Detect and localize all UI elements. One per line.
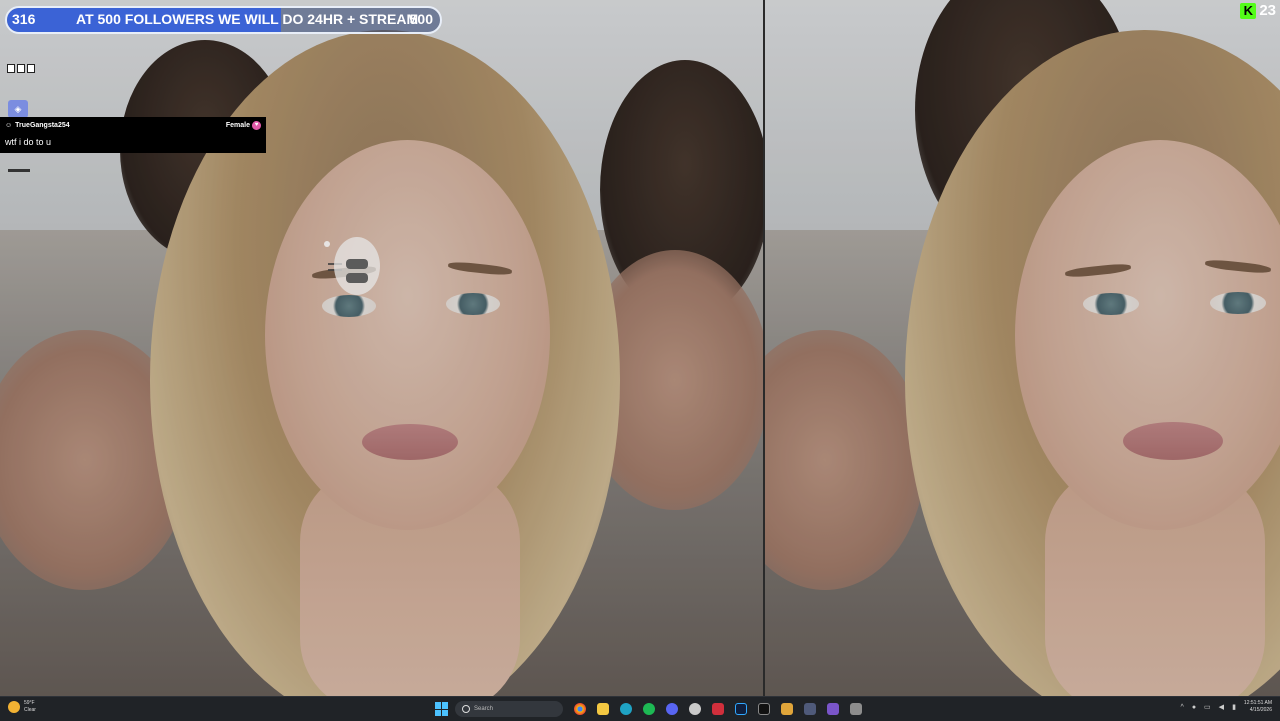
chrome-icon[interactable]: [570, 699, 590, 719]
widget-dot: [324, 241, 330, 247]
search-icon: [462, 705, 470, 713]
adobe-icon[interactable]: [708, 699, 728, 719]
chat-gender-label: Female: [225, 122, 250, 129]
viewer-count-widget: K 23: [1240, 2, 1276, 19]
window-controls[interactable]: [7, 64, 35, 73]
file-explorer-icon[interactable]: [593, 699, 613, 719]
close-icon[interactable]: [27, 64, 35, 73]
maximize-icon[interactable]: [17, 64, 25, 73]
terminal-icon[interactable]: [754, 699, 774, 719]
viewer-count: 23: [1259, 2, 1276, 19]
weather-condition: Clear: [24, 707, 36, 713]
system-tray: ^ ● ▭ ◀ ▮ 12:51:51 AM 4/15/2026: [1181, 700, 1272, 714]
chat-username-row: ☺ TrueGangsta254: [5, 122, 70, 129]
camera-toggle-widget[interactable]: [322, 237, 382, 295]
volume-icon[interactable]: ◀: [1219, 703, 1224, 711]
battery-icon[interactable]: ▮: [1232, 703, 1236, 711]
app-icon[interactable]: [777, 699, 797, 719]
clock[interactable]: 12:51:51 AM 4/15/2026: [1244, 700, 1272, 714]
taskbar-center: Search: [432, 699, 866, 719]
gender-badge-icon: ♥: [252, 121, 261, 130]
app-icon[interactable]: [823, 699, 843, 719]
weather-text: 59°F Clear: [24, 700, 36, 714]
taskbar-search[interactable]: Search: [455, 701, 563, 717]
windows-taskbar: 59°F Clear Search ^ ● ▭ ◀ ▮ 12:51:51 AM: [0, 696, 1280, 721]
chat-message-text: wtf i do to u: [5, 137, 52, 147]
clock-time: 12:51:51 AM: [1243, 700, 1272, 706]
goal-current-count: 316: [12, 11, 36, 27]
user-icon: ☺: [5, 122, 13, 129]
weather-temp: 59°F: [24, 700, 35, 706]
chat-app-logo-icon: ◈: [8, 100, 28, 118]
app-icon[interactable]: [846, 699, 866, 719]
left-video-pane: [0, 0, 763, 696]
start-button[interactable]: [432, 699, 452, 719]
video-dim-overlay: [0, 0, 763, 696]
minimize-icon[interactable]: [7, 64, 15, 73]
widget-bar-top: [346, 259, 368, 269]
chat-username: TrueGangsta254: [15, 122, 70, 129]
clock-date: 4/15/2026: [1249, 707, 1272, 713]
network-icon[interactable]: ▭: [1204, 703, 1211, 711]
spotify-icon[interactable]: [639, 699, 659, 719]
chat-message-panel: ☺ TrueGangsta254 Female ♥ wtf i do to u: [0, 117, 266, 153]
app-icon[interactable]: [800, 699, 820, 719]
chevron-up-icon[interactable]: ^: [1181, 704, 1184, 711]
weather-widget[interactable]: 59°F Clear: [8, 700, 36, 714]
right-video-pane: [765, 0, 1280, 696]
photoshop-icon[interactable]: [731, 699, 751, 719]
video-dim-overlay: [765, 0, 1280, 696]
goal-target-count: 500: [409, 11, 433, 27]
obs-icon[interactable]: [685, 699, 705, 719]
widget-bar-bottom: [346, 273, 368, 283]
edge-icon[interactable]: [616, 699, 636, 719]
goal-message: AT 500 FOLLOWERS WE WILL DO 24HR + STREA…: [76, 11, 419, 27]
divider-line: [8, 169, 30, 172]
weather-moon-icon: [8, 701, 20, 713]
discord-icon[interactable]: [662, 699, 682, 719]
search-placeholder: Search: [474, 706, 494, 712]
microphone-icon[interactable]: ●: [1192, 704, 1196, 711]
follower-goal-bar: 316 AT 500 FOLLOWERS WE WILL DO 24HR + S…: [5, 6, 442, 34]
kick-logo-icon: K: [1240, 2, 1257, 19]
